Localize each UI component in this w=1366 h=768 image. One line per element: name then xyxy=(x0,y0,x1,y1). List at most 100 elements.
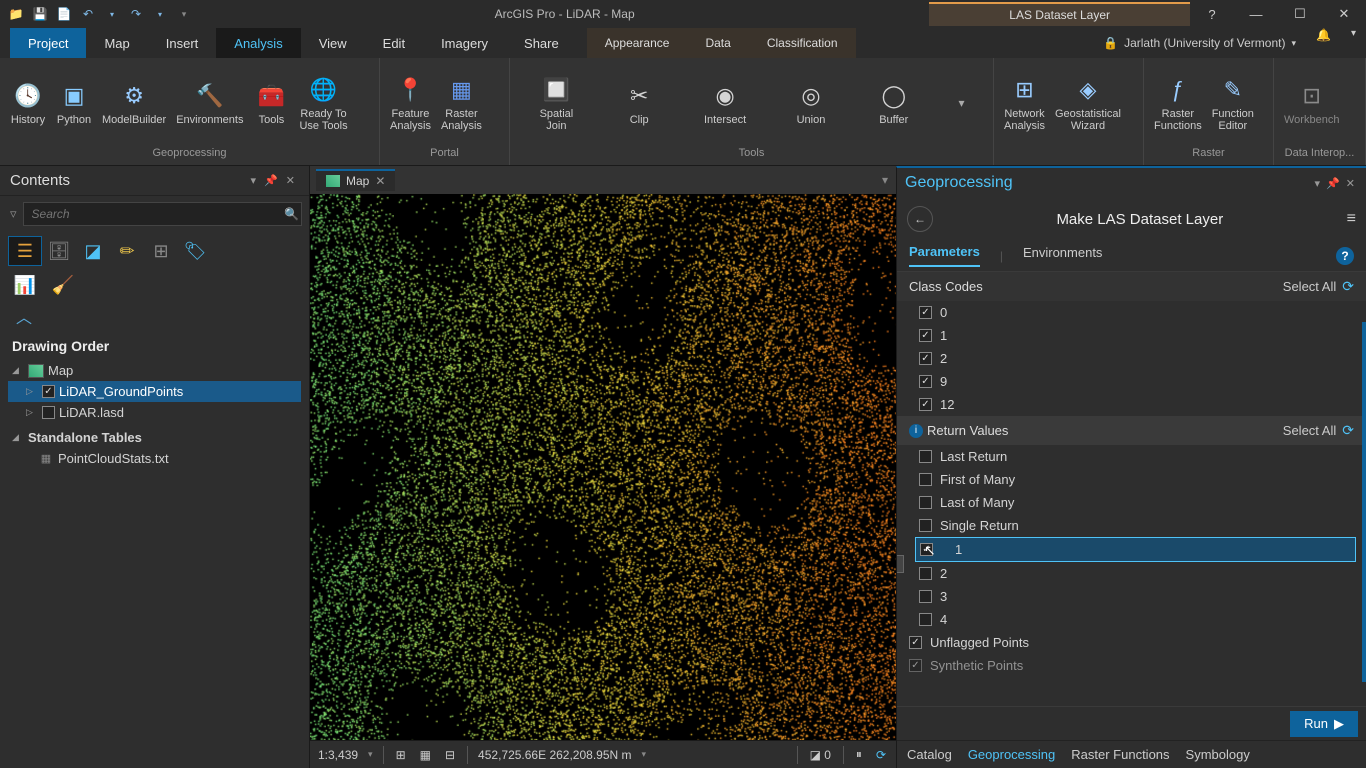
checkbox[interactable] xyxy=(909,659,922,672)
function-editor-button[interactable]: ✎Function Editor xyxy=(1208,72,1258,134)
checkbox[interactable] xyxy=(919,519,932,532)
synthetic-points-option[interactable]: Synthetic Points xyxy=(897,654,1366,677)
info-icon[interactable]: i xyxy=(909,424,923,438)
list-by-snapping-icon[interactable]: ⊞ xyxy=(144,236,178,266)
search-input[interactable] xyxy=(23,202,303,226)
network-analysis-button[interactable]: ⊞Network Analysis xyxy=(1000,72,1049,134)
checkbox[interactable] xyxy=(919,613,932,626)
geostat-wizard-button[interactable]: ◈Geostatistical Wizard xyxy=(1051,72,1125,134)
return-option-1[interactable]: ↖ 1 xyxy=(915,537,1356,562)
collapse-icon[interactable]: ◢ xyxy=(12,365,24,376)
qat-more-icon[interactable]: ▾ xyxy=(176,6,192,22)
layer-visibility-checkbox[interactable] xyxy=(42,406,55,419)
history-button[interactable]: 🕓History xyxy=(6,78,50,128)
class-code-option[interactable]: 12 xyxy=(897,393,1366,416)
refresh-icon[interactable]: ⟳ xyxy=(1342,278,1354,295)
checkbox[interactable] xyxy=(919,496,932,509)
intersect-button[interactable]: ◉Intersect xyxy=(700,78,750,128)
list-by-source-icon[interactable]: 🗄 xyxy=(42,236,76,266)
pin-icon[interactable]: 📌 xyxy=(1323,177,1343,190)
python-button[interactable]: ▣Python xyxy=(52,78,96,128)
checkbox[interactable] xyxy=(919,590,932,603)
close-tab-icon[interactable]: ✕ xyxy=(375,174,385,188)
autohide-dropdown-icon[interactable]: ▾ xyxy=(1312,177,1324,190)
raster-functions-button[interactable]: ƒRaster Functions xyxy=(1150,72,1206,134)
redo-dropdown-icon[interactable]: ▾ xyxy=(152,6,168,22)
select-all-link[interactable]: Select All xyxy=(1283,279,1336,294)
list-by-drawing-order-icon[interactable]: ☰ xyxy=(8,236,42,266)
checkbox[interactable] xyxy=(919,329,932,342)
class-code-option[interactable]: 0 xyxy=(897,301,1366,324)
class-code-option[interactable]: 1 xyxy=(897,324,1366,347)
status-grid1-icon[interactable]: ⊞ xyxy=(394,748,408,762)
back-button[interactable]: ← xyxy=(907,206,933,232)
toc-layer-lasd[interactable]: ▷ LiDAR.lasd xyxy=(8,402,301,423)
tab-raster-functions[interactable]: Raster Functions xyxy=(1071,747,1169,762)
status-grid3-icon[interactable]: ⊟ xyxy=(443,748,457,762)
tab-analysis[interactable]: Analysis xyxy=(216,28,300,58)
tab-catalog[interactable]: Catalog xyxy=(907,747,952,762)
tab-symbology[interactable]: Symbology xyxy=(1186,747,1250,762)
spatial-join-button[interactable]: 🔲Spatial Join xyxy=(534,72,578,134)
toc-layer-groundpoints[interactable]: ▷ LiDAR_GroundPoints xyxy=(8,381,301,402)
list-by-selection-icon[interactable]: ◪ xyxy=(76,236,110,266)
toc-table-item[interactable]: ▦ PointCloudStats.txt xyxy=(8,448,301,469)
return-option[interactable]: Last Return xyxy=(897,445,1366,468)
close-pane-icon[interactable]: ✕ xyxy=(282,174,299,187)
select-all-link[interactable]: Select All xyxy=(1283,423,1336,438)
open-project-icon[interactable]: 📁 xyxy=(8,6,24,22)
tab-appearance[interactable]: Appearance xyxy=(587,28,688,58)
tool-help-icon[interactable]: ? xyxy=(1336,247,1354,265)
checkbox[interactable] xyxy=(919,450,932,463)
list-by-chart-icon[interactable]: 📊 xyxy=(8,270,42,300)
refresh-icon[interactable]: ⟳ xyxy=(1342,422,1354,439)
return-option[interactable]: 3 xyxy=(897,585,1366,608)
union-button[interactable]: ◎Union xyxy=(789,78,833,128)
class-code-option[interactable]: 2 xyxy=(897,347,1366,370)
filter-icon[interactable]: ▿ xyxy=(10,206,17,222)
undo-icon[interactable]: ↶ xyxy=(80,6,96,22)
help-icon[interactable]: ? xyxy=(1190,0,1234,28)
buffer-button[interactable]: ◯Buffer xyxy=(872,78,916,128)
checkbox[interactable] xyxy=(919,567,932,580)
tab-overflow-icon[interactable]: ▾ xyxy=(874,173,896,187)
tab-geoprocessing[interactable]: Geoprocessing xyxy=(968,747,1055,762)
pin-icon[interactable]: 📌 xyxy=(260,174,282,187)
tab-classification[interactable]: Classification xyxy=(749,28,856,58)
return-option[interactable]: 2 xyxy=(897,562,1366,585)
return-option[interactable]: 4 xyxy=(897,608,1366,631)
checkbox[interactable] xyxy=(919,473,932,486)
close-icon[interactable]: ✕ xyxy=(1322,0,1366,28)
raster-analysis-button[interactable]: ▦Raster Analysis xyxy=(437,72,486,134)
expand-icon[interactable]: ▷ xyxy=(26,407,38,418)
selected-features-icon[interactable]: ◪ 0 xyxy=(808,748,833,762)
tab-edit[interactable]: Edit xyxy=(365,28,423,58)
close-pane-icon[interactable]: ✕ xyxy=(1343,177,1358,190)
checkbox[interactable] xyxy=(919,398,932,411)
autohide-dropdown-icon[interactable]: ▾ xyxy=(247,174,261,187)
tab-environments[interactable]: Environments xyxy=(1023,245,1102,266)
checkbox[interactable] xyxy=(919,375,932,388)
collapse-all-icon[interactable]: ︿ xyxy=(0,304,309,332)
tab-map[interactable]: Map xyxy=(86,28,147,58)
return-option[interactable]: Single Return xyxy=(897,514,1366,537)
class-code-option[interactable]: 9 xyxy=(897,370,1366,393)
tab-insert[interactable]: Insert xyxy=(148,28,217,58)
expand-icon[interactable]: ▷ xyxy=(26,386,38,397)
ready-tools-button[interactable]: 🌐Ready To Use Tools xyxy=(295,72,351,134)
refresh-map-icon[interactable]: ⟳ xyxy=(874,748,888,762)
toc-standalone-header[interactable]: ◢ Standalone Tables xyxy=(8,427,301,448)
status-grid2-icon[interactable]: ▦ xyxy=(418,748,433,762)
save-icon[interactable]: 💾 xyxy=(32,6,48,22)
toc-map-node[interactable]: ◢ Map xyxy=(8,360,301,381)
run-button[interactable]: Run▶ xyxy=(1290,711,1358,737)
map-tab[interactable]: Map ✕ xyxy=(316,169,395,191)
scrollbar[interactable] xyxy=(1362,322,1366,682)
user-account[interactable]: 🔒 Jarlath (University of Vermont) ▾ xyxy=(1093,28,1306,58)
checkbox[interactable] xyxy=(919,352,932,365)
pause-drawing-icon[interactable]: ⏸ xyxy=(854,747,864,762)
tab-view[interactable]: View xyxy=(301,28,365,58)
scale-display[interactable]: 1:3,439 xyxy=(318,748,358,762)
tab-share[interactable]: Share xyxy=(506,28,577,58)
minimize-icon[interactable]: — xyxy=(1234,0,1278,28)
